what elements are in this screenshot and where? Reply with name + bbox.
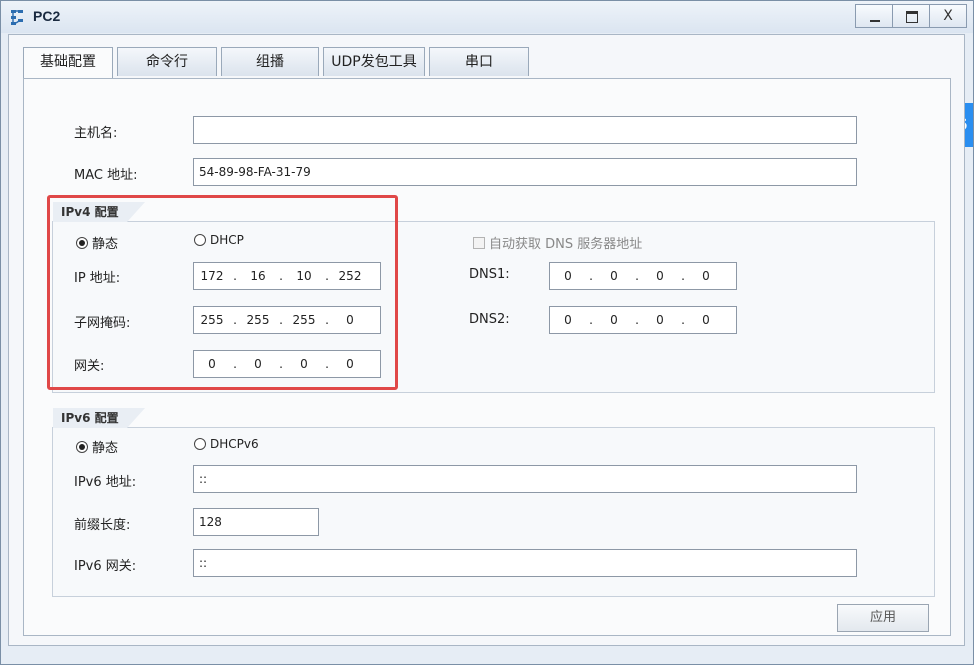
ip-octet: 10 xyxy=(296,269,312,283)
pc-app-icon xyxy=(11,10,23,25)
gateway-input[interactable]: 0. 0. 0. 0 xyxy=(193,350,381,378)
mask-octet: 255 xyxy=(200,313,224,327)
dns1-label: DNS1: xyxy=(469,267,510,282)
tab-bar: 基础配置 命令行 组播 UDP发包工具 串口 xyxy=(23,47,533,78)
mac-field[interactable]: 54-89-98-FA-31-79 xyxy=(193,158,857,186)
tab-serial[interactable]: 串口 xyxy=(429,47,529,76)
ipv6-group-title: IPv6 配置 xyxy=(53,408,145,428)
gateway-octet: 0 xyxy=(346,357,354,371)
ipv6-gateway-label: IPv6 网关: xyxy=(74,559,137,574)
hostname-label: 主机名: xyxy=(74,126,118,141)
radio-selected-icon xyxy=(76,236,88,249)
mask-octet: 0 xyxy=(346,313,354,327)
mask-octet: 255 xyxy=(292,313,316,327)
ip-address-label: IP 地址: xyxy=(74,271,121,286)
close-button[interactable]: X xyxy=(929,4,967,28)
gateway-octet: 0 xyxy=(254,357,262,371)
dns1-octet: 0 xyxy=(610,269,618,283)
minimize-button[interactable] xyxy=(855,4,893,28)
prefix-length-label: 前缀长度: xyxy=(74,518,131,533)
dns2-label: DNS2: xyxy=(469,312,510,327)
ipv4-dhcp-radio[interactable]: DHCP xyxy=(194,233,244,247)
auto-dns-checkbox[interactable]: 自动获取 DNS 服务器地址 xyxy=(473,233,642,252)
ip-octet: 172 xyxy=(200,269,224,283)
checkbox-icon xyxy=(473,236,485,249)
dns2-octet: 0 xyxy=(564,313,572,327)
ipv4-static-radio[interactable]: 静态 xyxy=(76,233,118,252)
window-title: PC2 xyxy=(33,8,61,24)
ipv4-group-title: IPv4 配置 xyxy=(53,202,145,222)
tab-basic-config[interactable]: 基础配置 xyxy=(23,47,113,78)
dns1-octet: 0 xyxy=(564,269,572,283)
apply-button[interactable]: 应用 xyxy=(837,604,929,632)
title-bar[interactable]: PC2 X xyxy=(1,1,973,33)
ipv6-static-radio[interactable]: 静态 xyxy=(76,437,118,456)
dns1-octet: 0 xyxy=(702,269,710,283)
auto-dns-label: 自动获取 DNS 服务器地址 xyxy=(489,237,643,252)
prefix-length-input[interactable]: 128 xyxy=(193,508,319,536)
gateway-octet: 0 xyxy=(208,357,216,371)
maximize-button[interactable] xyxy=(892,4,930,28)
subnet-mask-label: 子网掩码: xyxy=(74,316,131,331)
tab-multicast[interactable]: 组播 xyxy=(221,47,319,76)
dns1-input[interactable]: 0. 0. 0. 0 xyxy=(549,262,737,290)
dns1-octet: 0 xyxy=(656,269,664,283)
ipv4-static-label: 静态 xyxy=(92,237,119,252)
radio-unselected-icon xyxy=(194,438,206,450)
mac-label: MAC 地址: xyxy=(74,168,138,183)
radio-selected-icon xyxy=(76,440,88,453)
radio-unselected-icon xyxy=(194,234,206,246)
ipv6-dhcpv6-radio[interactable]: DHCPv6 xyxy=(194,437,259,451)
gateway-label: 网关: xyxy=(74,359,105,374)
ipv6-static-label: 静态 xyxy=(92,441,119,456)
ip-address-input[interactable]: 172. 16. 10. 252 xyxy=(193,262,381,290)
hostname-input[interactable] xyxy=(193,116,857,144)
ipv6-dhcpv6-label: DHCPv6 xyxy=(210,437,259,451)
dns2-octet: 0 xyxy=(610,313,618,327)
gateway-octet: 0 xyxy=(300,357,308,371)
dns2-input[interactable]: 0. 0. 0. 0 xyxy=(549,306,737,334)
ipv4-dhcp-label: DHCP xyxy=(210,233,244,247)
dns2-octet: 0 xyxy=(702,313,710,327)
ipv6-address-input[interactable]: :: xyxy=(193,465,857,493)
pc2-window: PC2 X 6 基础配置 命令行 组播 UDP发包工具 串口 主机名: MAC … xyxy=(0,0,974,665)
dns2-octet: 0 xyxy=(656,313,664,327)
subnet-mask-input[interactable]: 255. 255. 255. 0 xyxy=(193,306,381,334)
ip-octet: 16 xyxy=(250,269,266,283)
tab-udp-tool[interactable]: UDP发包工具 xyxy=(323,47,425,76)
client-area: 基础配置 命令行 组播 UDP发包工具 串口 主机名: MAC 地址: 54-8… xyxy=(8,34,965,646)
ipv6-address-label: IPv6 地址: xyxy=(74,475,137,490)
ipv6-gateway-input[interactable]: :: xyxy=(193,549,857,577)
ip-octet: 252 xyxy=(338,269,362,283)
mask-octet: 255 xyxy=(246,313,270,327)
basic-config-panel: 主机名: MAC 地址: 54-89-98-FA-31-79 IPv4 配置 静… xyxy=(23,78,951,636)
tab-command-line[interactable]: 命令行 xyxy=(117,47,217,76)
